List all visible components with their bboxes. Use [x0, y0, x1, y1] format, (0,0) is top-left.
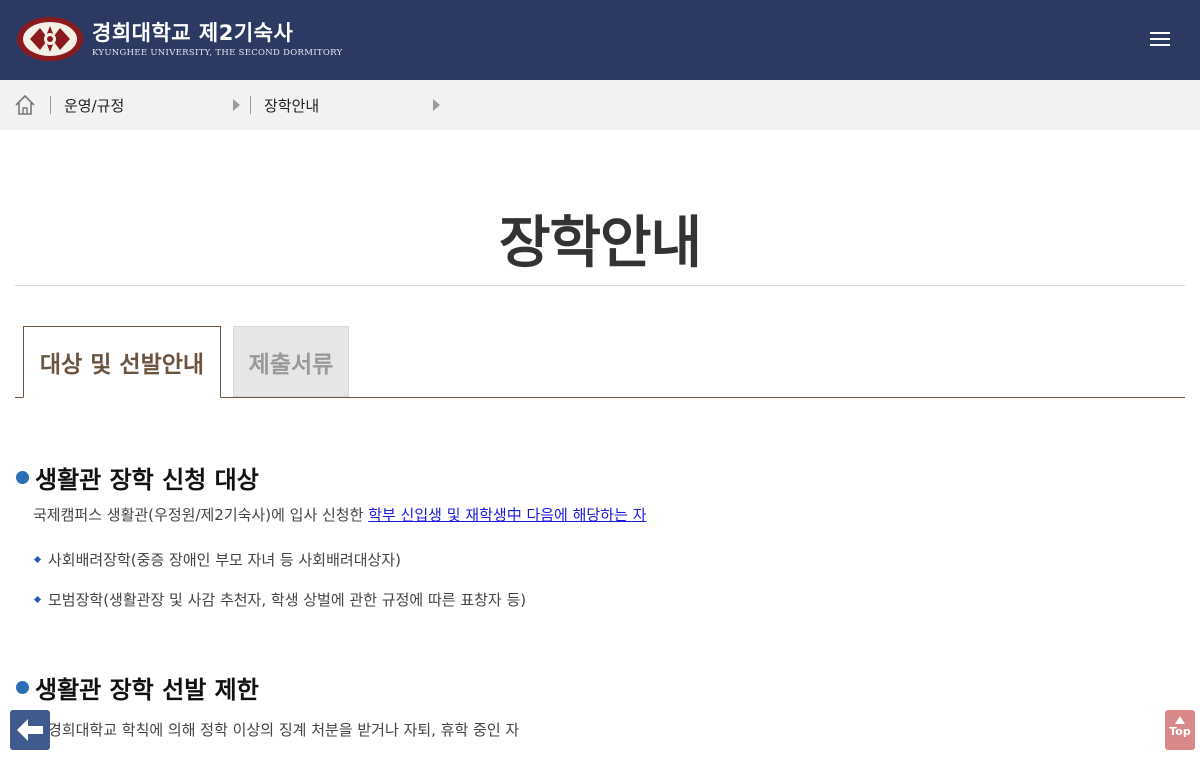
description-text: 국제캠퍼스 생활관(우정원/제2기숙사)에 입사 신청한: [33, 506, 369, 524]
site-header: 경희대학교 제2기숙사 KYUNGHEE UNIVERSITY, THE SEC…: [0, 0, 1200, 80]
arrow-left-icon: [17, 719, 43, 741]
breadcrumb-level2[interactable]: 장학안내: [250, 80, 450, 130]
breadcrumb-level1-label: 운영/규정: [64, 97, 125, 115]
logo-subtitle: KYUNGHEE UNIVERSITY, THE SECOND DORMITOR…: [92, 47, 343, 58]
section-heading-text: 생활관 장학 신청 대상: [35, 466, 259, 494]
section-description: 국제캠퍼스 생활관(우정원/제2기숙사)에 입사 신청한 학부 신입생 및 재학…: [33, 504, 646, 525]
eligibility-link[interactable]: 학부 신입생 및 재학생中 다음에 해당하는 자: [368, 506, 646, 524]
site-logo[interactable]: 경희대학교 제2기숙사 KYUNGHEE UNIVERSITY, THE SEC…: [16, 16, 343, 62]
tab-selection-info[interactable]: 대상 및 선발안내: [23, 326, 221, 398]
diamond-bullet-icon: [33, 555, 42, 564]
caret-right-icon: [233, 99, 240, 111]
title-divider: [15, 285, 1185, 286]
section-heading-text: 생활관 장학 선발 제한: [35, 676, 259, 704]
list-item: 모범장학(생활관장 및 사감 추천자, 학생 상벌에 관한 규정에 따른 표창자…: [33, 589, 526, 610]
section-heading-restriction: 생활관 장학 선발 제한: [16, 670, 259, 705]
scroll-top-label: Top: [1169, 725, 1191, 738]
list-item-text: 경희대학교 학칙에 의해 정학 이상의 징계 처분을 받거나 자퇴, 휴학 중인…: [48, 721, 520, 739]
caret-right-icon: [433, 99, 440, 111]
list-item: 경희대학교 학칙에 의해 정학 이상의 징계 처분을 받거나 자퇴, 휴학 중인…: [33, 719, 519, 740]
scroll-top-button[interactable]: Top: [1165, 710, 1195, 750]
university-emblem-icon: [17, 17, 83, 61]
logo-title: 경희대학교 제2기숙사: [92, 20, 294, 45]
list-item: 사회배려장학(중증 장애인 부모 자녀 등 사회배려대상자): [33, 549, 401, 570]
list-item-text: 모범장학(생활관장 및 사감 추천자, 학생 상벌에 관한 규정에 따른 표창자…: [48, 591, 527, 609]
tab-documents[interactable]: 제출서류: [233, 326, 349, 397]
breadcrumb: 운영/규정 장학안내: [0, 80, 1200, 130]
back-button[interactable]: [10, 710, 50, 750]
page-title: 장학안내: [498, 211, 702, 276]
section-bullet-icon: [16, 471, 29, 484]
home-icon[interactable]: [14, 94, 36, 116]
breadcrumb-level2-label: 장학안내: [264, 97, 320, 115]
arrow-up-icon: [1175, 716, 1185, 724]
breadcrumb-level1[interactable]: 운영/규정: [50, 80, 250, 130]
diamond-bullet-icon: [33, 595, 42, 604]
list-item-text: 사회배려장학(중증 장애인 부모 자녀 등 사회배려대상자): [48, 551, 401, 569]
hamburger-menu-icon[interactable]: [1150, 32, 1170, 48]
section-bullet-icon: [16, 681, 29, 694]
section-heading-eligibility: 생활관 장학 신청 대상: [16, 460, 259, 495]
